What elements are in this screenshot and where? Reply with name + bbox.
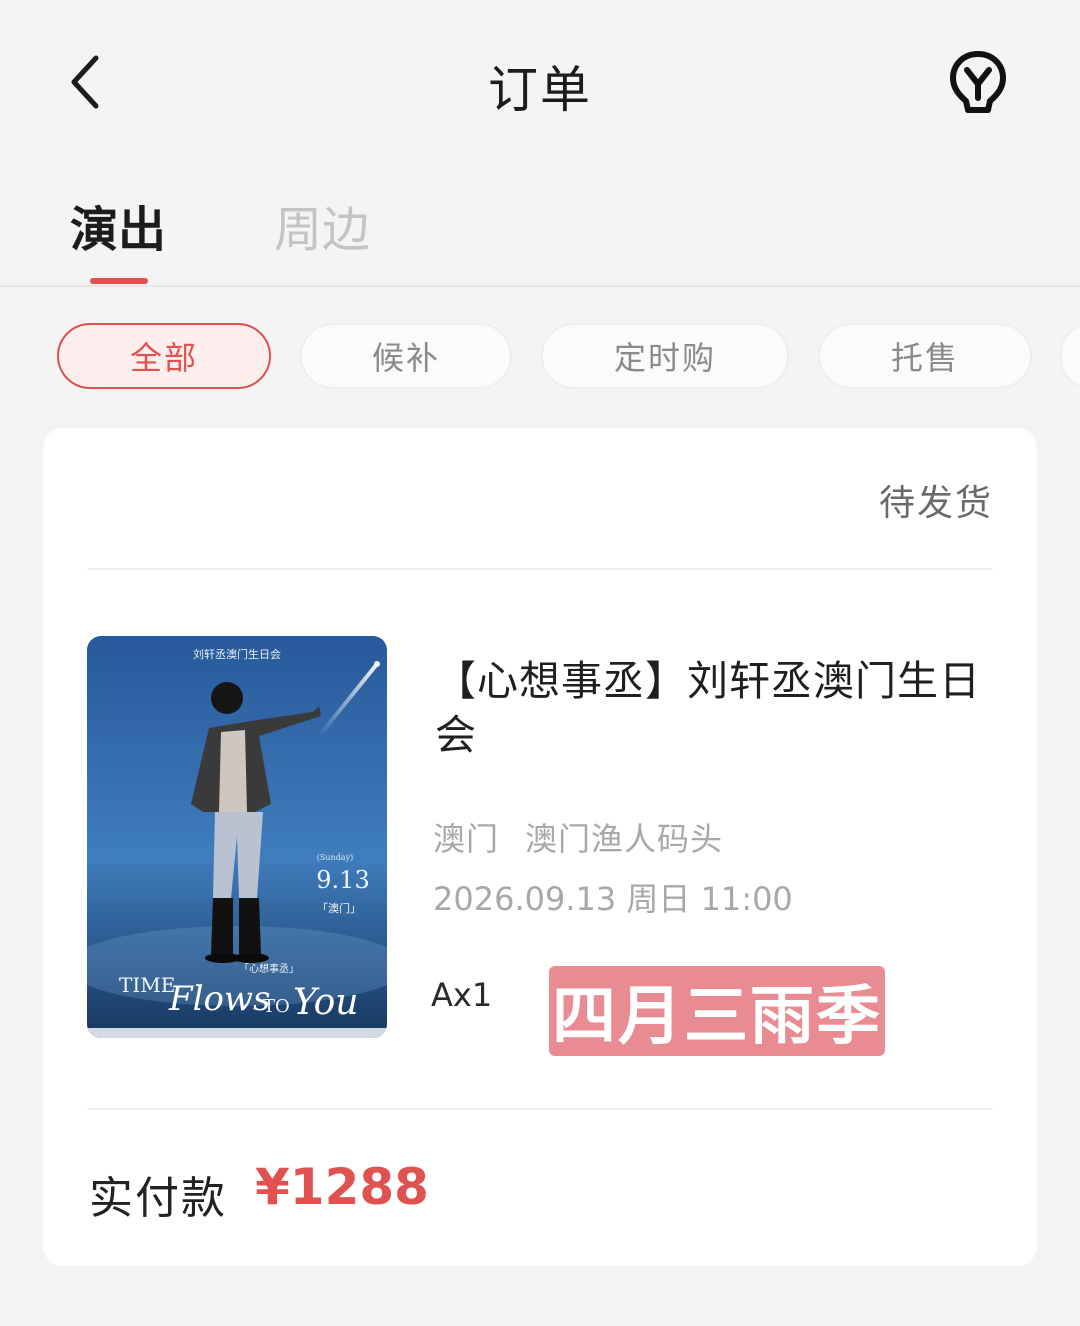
poster-location: 「澳门」 — [317, 901, 361, 915]
poster-top-text: 刘轩丞澳门生日会 — [193, 647, 281, 661]
customer-service-icon — [950, 51, 1006, 113]
card-divider — [87, 568, 993, 570]
event-poster[interactable]: 刘轩丞澳门生日会 (Sunday) 9.13 「澳门」 「心想事丞」 TIME … — [87, 636, 387, 1038]
active-tab-indicator — [90, 278, 148, 284]
event-city: 澳门 — [433, 820, 500, 858]
category-tabs: 演出 周边 — [0, 180, 1080, 286]
poster-script-you: You — [293, 982, 359, 1023]
order-card[interactable]: 待发货 刘轩丞澳门生日会 (Sunday) 9.13 「澳门」 「心想事丞」 T… — [43, 428, 1037, 1266]
poster-weekday: (Sunday) — [317, 853, 353, 862]
watermark-label: 四月三雨季 — [549, 966, 885, 1056]
poster-script-time: TIME — [119, 973, 175, 997]
poster-date: 9.13 — [316, 866, 369, 894]
order-status: 待发货 — [878, 483, 993, 524]
event-title: 【心想事丞】刘轩丞澳门生日会 — [435, 657, 981, 759]
card-divider-bottom — [87, 1108, 993, 1110]
poster-subtitle: 「心想事丞」 — [239, 962, 299, 975]
tab-merchandise[interactable]: 周边 — [274, 190, 370, 260]
ticket-quantity: Ax1 — [431, 976, 493, 1014]
tabs-divider — [0, 285, 1080, 287]
poster-script-to: TO — [263, 996, 290, 1017]
filter-chip-more[interactable] — [1060, 323, 1080, 389]
filter-chip-waitlist[interactable]: 候补 — [300, 323, 512, 389]
customer-service-button[interactable] — [946, 48, 1010, 116]
page-title: 订单 — [488, 61, 592, 119]
event-datetime: 2026.09.13 周日 11:00 — [433, 880, 793, 918]
app-header: 订单 — [0, 0, 1080, 165]
event-venue-name: 澳门渔人码头 — [525, 820, 724, 858]
filter-chip-scheduled-purchase[interactable]: 定时购 — [541, 323, 789, 389]
paid-amount: ¥1288 — [255, 1158, 429, 1216]
event-venue: 澳门 澳门渔人码头 — [433, 814, 749, 860]
filter-chip-consignment[interactable]: 托售 — [818, 323, 1032, 389]
poster-image: 刘轩丞澳门生日会 (Sunday) 9.13 「澳门」 「心想事丞」 TIME … — [87, 636, 387, 1038]
poster-script-flows: Flows — [168, 979, 271, 1019]
paid-label: 实付款 — [89, 1173, 227, 1224]
tab-performance[interactable]: 演出 — [70, 190, 166, 260]
filter-chip-all[interactable]: 全部 — [57, 323, 271, 389]
